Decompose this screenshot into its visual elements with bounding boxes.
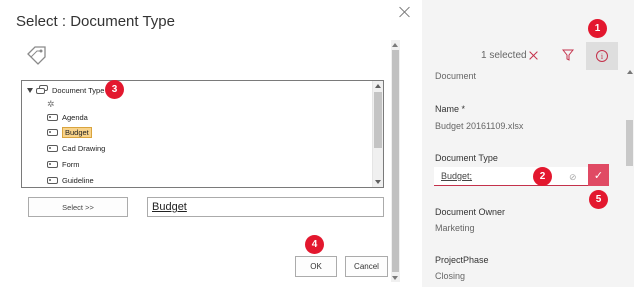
tree-root[interactable]: Document Type: [27, 83, 104, 97]
term-label: Agenda: [62, 112, 88, 122]
document-type-label: Document Type: [435, 153, 498, 163]
term-label: Form: [62, 159, 80, 169]
ok-button[interactable]: OK: [295, 256, 337, 277]
term-icon: [47, 128, 58, 136]
project-phase-label: ProjectPhase: [435, 255, 489, 265]
term-icon: [47, 144, 58, 152]
callout-marker-3: 3: [105, 80, 124, 99]
scroll-up-icon[interactable]: [627, 70, 633, 74]
close-icon[interactable]: [398, 5, 412, 19]
name-value[interactable]: Budget 20161109.xlsx: [435, 121, 523, 131]
callout-marker-1: 1: [588, 19, 607, 38]
info-button[interactable]: i: [586, 42, 618, 70]
panel-scrollbar[interactable]: [625, 42, 634, 287]
list-item[interactable]: Guideline: [47, 173, 94, 187]
scroll-thumb[interactable]: [392, 50, 399, 272]
term-icon: [47, 160, 58, 168]
list-item[interactable]: Cad Drawing: [47, 141, 105, 155]
list-item[interactable]: Form: [47, 157, 80, 171]
list-item-selected[interactable]: Budget: [47, 125, 92, 139]
callout-marker-5: 5: [589, 190, 608, 209]
save-field-button[interactable]: ✓: [588, 164, 609, 186]
document-type-field[interactable]: Budget;: [434, 167, 589, 186]
term-label: Guideline: [62, 175, 94, 185]
content-type-value: Document: [435, 71, 477, 81]
callout-marker-2: 2: [533, 167, 552, 186]
scroll-down-icon[interactable]: [392, 276, 398, 280]
scroll-thumb[interactable]: [374, 92, 382, 148]
selected-terms-input[interactable]: Budget: [147, 197, 384, 217]
scroll-up-icon[interactable]: [375, 84, 381, 88]
screen: Select : Document Type Document Type ✲ A…: [0, 0, 634, 287]
expander-icon[interactable]: [27, 87, 33, 93]
callout-marker-4: 4: [305, 235, 324, 254]
select-term-dialog: Select : Document Type Document Type ✲ A…: [0, 0, 420, 287]
panel-toolbar: 1 selected i: [422, 42, 634, 70]
dialog-title: Select : Document Type: [16, 13, 175, 30]
clear-selection-icon[interactable]: [528, 50, 539, 61]
gear-icon: ✲: [47, 98, 55, 109]
tree-root-label: Document Type: [52, 85, 105, 95]
dialog-scrollbar[interactable]: [391, 40, 400, 282]
tags-browse-icon[interactable]: ⊘: [569, 172, 577, 183]
selected-term-value: Budget: [152, 201, 187, 213]
term-tree[interactable]: Document Type ✲ Agenda Budget Cad Drawin…: [21, 80, 384, 188]
selection-count: 1 selected: [481, 50, 527, 61]
select-button[interactable]: Select >>: [28, 197, 128, 217]
list-item[interactable]: Agenda: [47, 110, 88, 124]
cancel-button[interactable]: Cancel: [345, 256, 388, 277]
name-label: Name *: [435, 104, 466, 114]
filter-icon[interactable]: [562, 49, 574, 61]
document-owner-value[interactable]: Marketing: [435, 223, 475, 233]
tree-scrollbar[interactable]: [372, 81, 383, 187]
document-owner-label: Document Owner: [435, 207, 506, 217]
term-icon: [47, 113, 58, 121]
checkmark-icon: ✓: [593, 169, 604, 182]
term-label: Budget: [62, 126, 92, 138]
document-type-value: Budget;: [441, 171, 473, 181]
project-phase-value[interactable]: Closing: [435, 271, 465, 281]
scroll-up-icon[interactable]: [392, 43, 398, 47]
info-icon: i: [596, 50, 608, 62]
tag-icon: [27, 46, 46, 65]
term-icon: [47, 176, 58, 184]
tree-placeholder: ✲: [47, 97, 55, 111]
scroll-down-icon[interactable]: [375, 180, 381, 184]
scroll-thumb[interactable]: [626, 120, 633, 166]
details-panel: 1 selected i Document Name * Budget 2016…: [422, 0, 634, 287]
term-label: Cad Drawing: [62, 143, 106, 153]
term-set-icon: [36, 85, 49, 95]
